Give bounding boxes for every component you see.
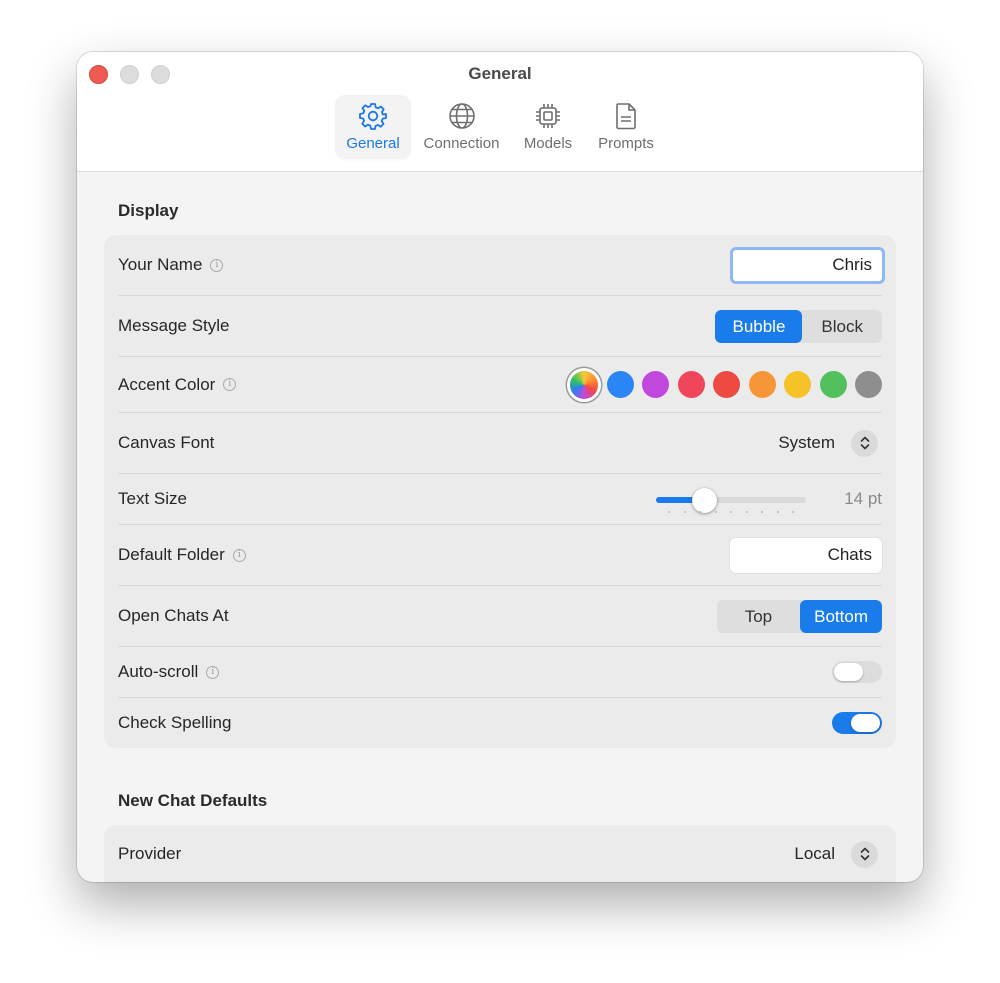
tab-connection[interactable]: Connection (419, 95, 504, 159)
your-name-row: Your Name i Chris (118, 235, 885, 296)
canvas-font-row: Canvas Font System (118, 413, 882, 474)
message-style-label: Message Style (118, 316, 230, 335)
open-chats-at-label: Open Chats At (118, 606, 229, 625)
tab-models[interactable]: Models (519, 95, 577, 159)
check-spelling-label: Check Spelling (118, 713, 232, 732)
default-folder-field[interactable]: Chats (730, 537, 882, 573)
accent-color-label: Accent Color (118, 374, 216, 394)
chip-icon (536, 104, 560, 128)
globe-icon (448, 103, 475, 129)
canvas-font-label: Canvas Font (118, 433, 215, 452)
red-swatch[interactable] (713, 371, 740, 398)
tab-models-label: Models (523, 135, 573, 152)
display-section-title: Display (118, 201, 179, 220)
new-chat-defaults-title: New Chat Defaults (118, 791, 268, 810)
blue-swatch[interactable] (606, 371, 634, 398)
document-icon (616, 103, 636, 130)
text-size-row: Text Size 14 pt (118, 474, 882, 525)
accent-color-row: Accent Color i (118, 357, 882, 413)
tab-general[interactable]: General (335, 95, 411, 159)
slider-tick-marks (668, 511, 795, 513)
purple-swatch[interactable] (642, 371, 669, 398)
provider-label: Provider (118, 844, 182, 863)
chevron-up-down-icon (851, 429, 878, 457)
info-icon[interactable]: i (206, 665, 220, 679)
info-icon[interactable]: i (210, 258, 224, 272)
settings-window: General General Connection Models Prompt… (77, 52, 923, 882)
yellow-swatch[interactable] (784, 371, 811, 398)
text-size-slider[interactable] (656, 484, 807, 514)
graphite-swatch[interactable] (855, 371, 882, 398)
check-spelling-row: Check Spelling (118, 698, 882, 748)
provider-popup[interactable]: Local (794, 840, 878, 868)
tab-prompts-label: Prompts (598, 135, 654, 152)
bubble-option[interactable]: Bubble (715, 309, 803, 343)
accent-color-swatches (570, 370, 882, 399)
toolbar: General General Connection Models Prompt… (77, 52, 923, 172)
tab-connection-label: Connection (423, 135, 500, 152)
tab-general-label: General (346, 135, 400, 152)
open-chats-at-segmented: Top Bottom (716, 599, 882, 633)
orange-swatch[interactable] (748, 371, 776, 398)
auto-scroll-toggle[interactable] (832, 661, 882, 683)
info-icon[interactable]: i (232, 548, 246, 562)
message-style-segmented: Bubble Block (715, 309, 882, 343)
new-chat-defaults-card: Provider Local (104, 825, 896, 882)
auto-scroll-label: Auto-scroll (118, 662, 199, 681)
your-name-label: Your Name (118, 255, 203, 274)
auto-scroll-row: Auto-scroll i (118, 647, 882, 698)
provider-value: Local (794, 844, 835, 863)
canvas-font-value: System (778, 433, 835, 452)
message-style-row: Message Style Bubble Block (118, 296, 882, 357)
slider-thumb[interactable] (692, 488, 718, 513)
default-folder-label: Default Folder (118, 545, 225, 564)
tab-prompts[interactable]: Prompts (593, 95, 659, 159)
provider-row: Provider Local (118, 825, 882, 882)
multicolor-swatch[interactable] (570, 370, 598, 399)
block-option[interactable]: Block (802, 310, 882, 343)
open-chats-at-row: Open Chats At Top Bottom (118, 586, 882, 647)
default-folder-row: Default Folder i Chats (118, 525, 882, 586)
check-spelling-toggle[interactable] (832, 712, 882, 734)
gear-icon (359, 103, 387, 130)
your-name-field[interactable]: Chris (730, 246, 885, 284)
canvas-font-popup[interactable]: System (778, 429, 878, 457)
text-size-label: Text Size (118, 489, 187, 508)
info-icon[interactable]: i (223, 378, 237, 391)
bottom-option[interactable]: Bottom (800, 599, 882, 633)
window-title: General (468, 64, 532, 83)
top-option[interactable]: Top (717, 600, 800, 633)
display-card: Your Name i Chris Message Style Bubble B… (104, 235, 896, 748)
green-swatch[interactable] (819, 371, 847, 398)
text-size-value: 14 pt (844, 489, 882, 508)
chevron-up-down-icon (851, 840, 878, 868)
pink-swatch[interactable] (677, 371, 705, 398)
